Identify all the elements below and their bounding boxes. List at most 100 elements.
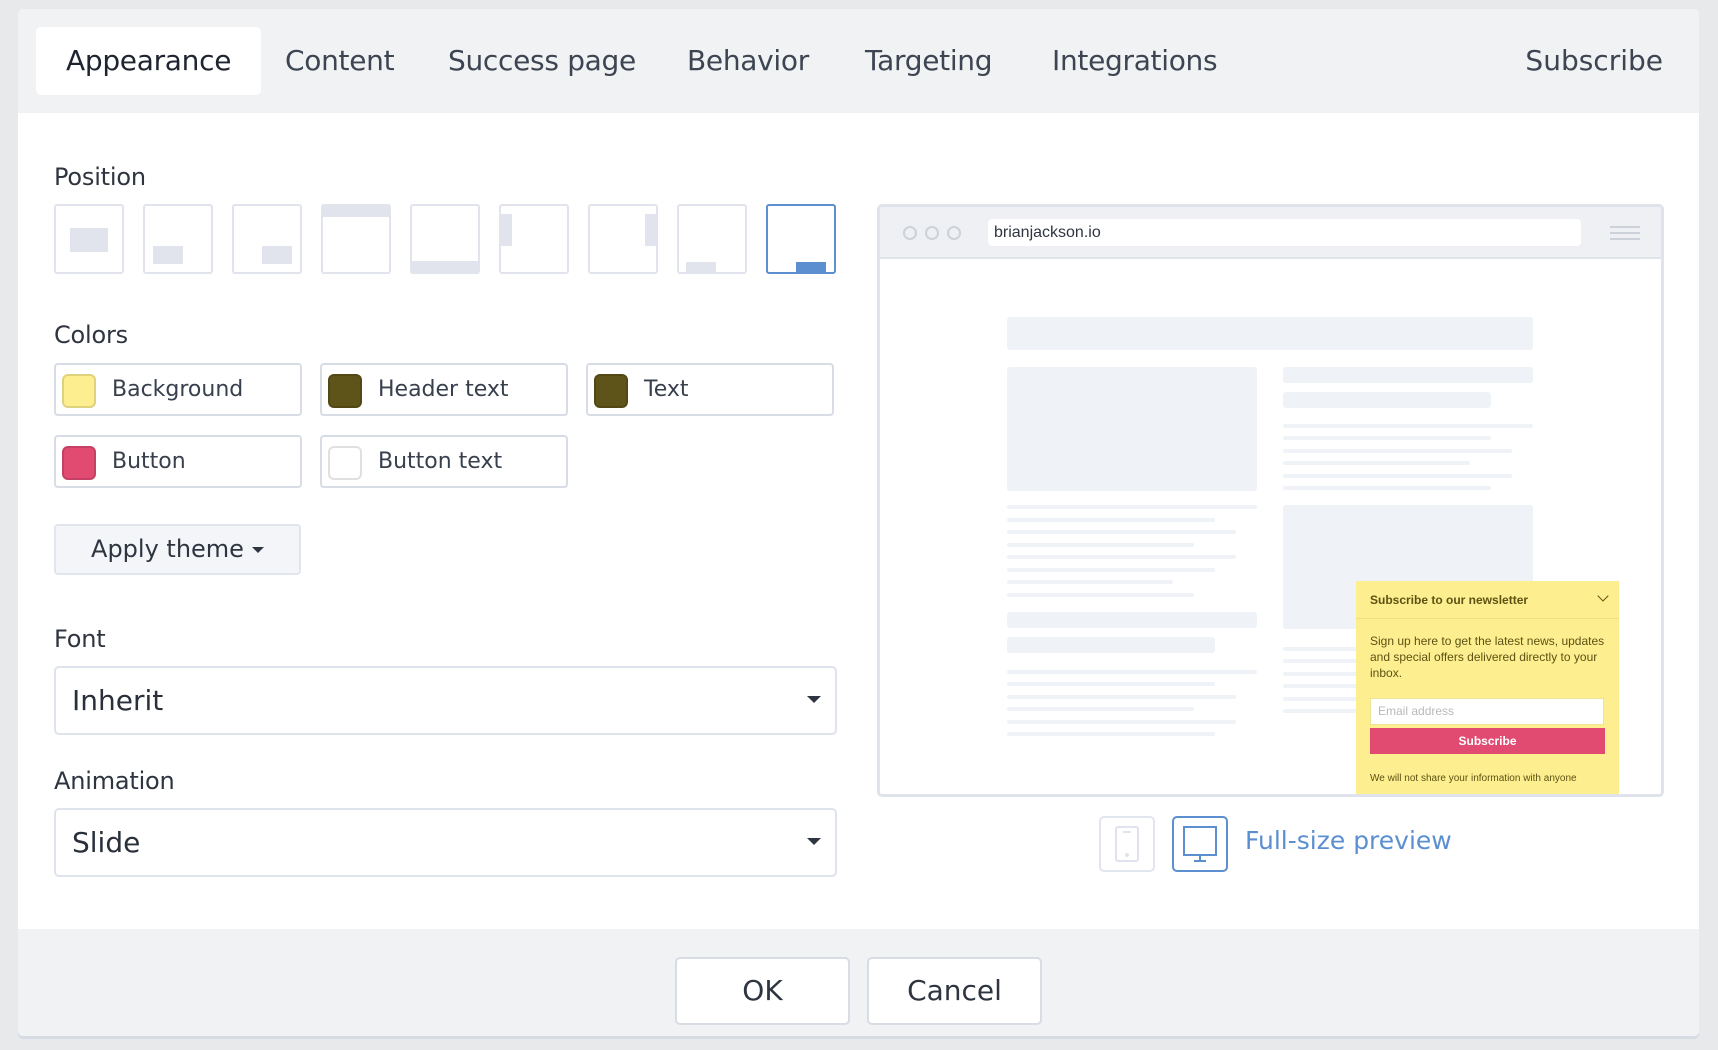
skeleton-line [1283, 486, 1491, 490]
popup-header: Subscribe to our newsletter [1370, 593, 1529, 607]
skeleton-line [1007, 593, 1194, 597]
caret-down-icon [807, 838, 821, 845]
window-dot-icon [947, 226, 961, 240]
tab-appearance[interactable]: Appearance [36, 27, 262, 95]
popup-body-text: Sign up here to get the latest news, upd… [1370, 634, 1605, 680]
skeleton-line [1007, 707, 1194, 711]
position-option-bottom-right-box[interactable] [232, 204, 302, 274]
position-option-bottom-left-box[interactable] [143, 204, 213, 274]
cancel-button[interactable]: Cancel [867, 957, 1042, 1025]
url-bar: brianjackson.io [988, 219, 1581, 246]
color-chip-label: Background [112, 377, 244, 402]
live-preview: brianjackson.io Subscribe to our newslet… [877, 204, 1664, 797]
tab-behavior[interactable]: Behavior [657, 27, 839, 95]
position-preview-block [323, 206, 389, 217]
animation-select-value: Slide [72, 826, 141, 859]
form-title: Subscribe [1525, 44, 1663, 77]
color-chip-button-text[interactable]: Button text [320, 435, 568, 488]
skeleton-line [1283, 436, 1491, 440]
hamburger-menu-icon [1610, 238, 1640, 240]
color-chip-header-text[interactable]: Header text [320, 363, 568, 416]
position-preview-block [412, 261, 478, 272]
skeleton-line [1283, 449, 1512, 453]
color-swatch [62, 446, 96, 480]
chevron-down-icon[interactable] [1597, 590, 1609, 602]
hamburger-menu-icon [1610, 232, 1640, 234]
skeleton-line [1007, 518, 1215, 522]
tab-targeting[interactable]: Targeting [835, 27, 1022, 95]
position-option-bottom-right-slide[interactable] [766, 204, 836, 274]
window-dot-icon [925, 226, 939, 240]
skeleton-block [1283, 392, 1491, 408]
skeleton-line [1007, 670, 1257, 674]
tab-content[interactable]: Content [255, 27, 424, 95]
animation-label: Animation [54, 767, 175, 795]
apply-theme-label: Apply theme [91, 535, 244, 563]
skeleton-line [1007, 720, 1236, 724]
position-option-top-bar[interactable] [321, 204, 391, 274]
form-settings-dialog: Appearance Content Success page Behavior… [18, 9, 1699, 1036]
position-preview-block [686, 262, 716, 272]
dialog-footer: OK Cancel [18, 929, 1699, 1036]
skeleton-line [1007, 695, 1236, 699]
position-option-right-sidebar[interactable] [588, 204, 658, 274]
skeleton-block [1007, 317, 1533, 350]
color-swatch [328, 446, 362, 480]
color-chip-text[interactable]: Text [586, 363, 834, 416]
color-chip-label: Header text [378, 377, 509, 402]
hamburger-menu-icon [1610, 226, 1640, 228]
color-swatch [328, 374, 362, 408]
skeleton-line [1007, 732, 1215, 736]
position-label: Position [54, 163, 146, 191]
popup-divider [1356, 618, 1619, 619]
position-option-bottom-bar[interactable] [410, 204, 480, 274]
colors-label: Colors [54, 321, 128, 349]
color-swatch [62, 374, 96, 408]
skeleton-block [1007, 367, 1257, 491]
phone-icon [1115, 826, 1139, 862]
caret-down-icon [807, 696, 821, 703]
browser-chrome: brianjackson.io [880, 207, 1661, 259]
color-chip-label: Button [112, 449, 186, 474]
font-label: Font [54, 625, 106, 653]
skeleton-line [1007, 530, 1236, 534]
desktop-preview-button[interactable] [1172, 816, 1228, 872]
skeleton-line [1007, 555, 1236, 559]
tab-success-page[interactable]: Success page [418, 27, 666, 95]
color-swatch [594, 374, 628, 408]
color-chip-label: Text [644, 377, 689, 402]
position-preview-block [796, 262, 826, 272]
tab-integrations[interactable]: Integrations [1022, 27, 1247, 95]
position-preview-block [501, 214, 512, 246]
popup-subscribe-button[interactable]: Subscribe [1370, 728, 1605, 754]
position-preview-block [153, 246, 183, 264]
skeleton-block [1283, 367, 1533, 383]
window-dot-icon [903, 226, 917, 240]
position-option-center-modal[interactable] [54, 204, 124, 274]
position-preview-block [262, 246, 292, 264]
skeleton-line [1283, 474, 1512, 478]
skeleton-line [1283, 424, 1533, 428]
popup-privacy-note: We will not share your information with … [1370, 773, 1577, 784]
position-option-left-sidebar[interactable] [499, 204, 569, 274]
position-preview-block [70, 228, 108, 252]
color-chip-background[interactable]: Background [54, 363, 302, 416]
popup-email-input[interactable]: Email address [1370, 698, 1604, 725]
skeleton-line [1007, 568, 1215, 572]
apply-theme-button[interactable]: Apply theme [54, 524, 301, 575]
skeleton-line [1283, 461, 1470, 465]
mobile-preview-button[interactable] [1099, 816, 1155, 872]
position-preview-block [645, 214, 656, 246]
animation-select[interactable]: Slide [54, 808, 837, 877]
position-option-bottom-left-slide[interactable] [677, 204, 747, 274]
ok-button[interactable]: OK [675, 957, 850, 1025]
skeleton-block [1007, 637, 1215, 653]
color-chip-label: Button text [378, 449, 503, 474]
appearance-panel: Position Colors Background Header text T… [18, 113, 1699, 929]
skeleton-line [1007, 580, 1173, 584]
color-chip-button[interactable]: Button [54, 435, 302, 488]
newsletter-popup-preview: Subscribe to our newsletter Sign up here… [1356, 581, 1619, 794]
full-size-preview-link[interactable]: Full-size preview [1245, 826, 1452, 855]
skeleton-line [1007, 505, 1257, 509]
font-select[interactable]: Inherit [54, 666, 837, 735]
